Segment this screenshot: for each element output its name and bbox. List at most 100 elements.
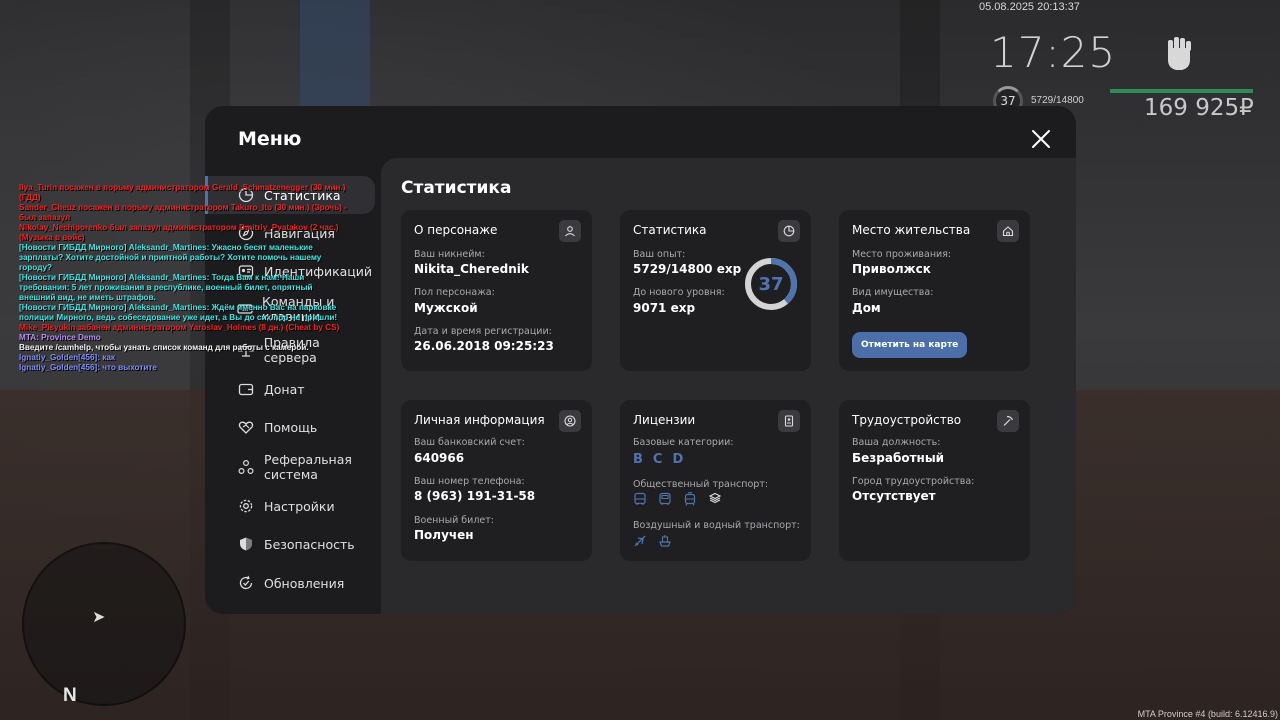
- hud-money: 169 925₽: [1144, 95, 1254, 121]
- air-water-transport-label: Воздушный и водный транспорт:: [633, 520, 800, 531]
- level-progress-ring: 37: [743, 256, 799, 312]
- home-icon: [997, 220, 1019, 242]
- chat-line: MTA: Province Demo: [19, 333, 101, 342]
- chat-line: Ilya_Turin посажен в порьму администрато…: [19, 183, 346, 202]
- job-city-value: Отсутствует: [852, 489, 936, 503]
- sidebar-item-label: Настройки: [264, 498, 335, 514]
- category-d: D: [672, 452, 684, 467]
- sidebar-item-label: Реферальная система: [264, 452, 352, 482]
- sidebar-item-settings[interactable]: Настройки: [205, 487, 375, 525]
- mark-on-map-button[interactable]: Отметить на карте: [852, 332, 968, 358]
- licenses-card: Лицензии Базовые категории: B C D Общест…: [620, 400, 811, 561]
- pickaxe-icon: [997, 410, 1019, 432]
- pie-chart-icon: [778, 220, 800, 242]
- registration-value: 26.06.2018 09:25:23: [414, 339, 554, 353]
- character-card: О персонаже Ваш никнейм: Nikita_Cheredni…: [401, 210, 592, 371]
- sidebar-item-label: Обновления: [264, 575, 345, 591]
- chat-line: [Новости ГИБДД Мирного] Aleksandr_Martin…: [19, 273, 313, 302]
- sidebar-item-updates[interactable]: Обновления: [205, 564, 375, 602]
- chat-log: Ilya_Turin посажен в порьму администрато…: [19, 183, 349, 373]
- player-arrow-icon: ➤: [92, 607, 106, 626]
- phone-label: Ваш номер телефона:: [414, 476, 525, 487]
- place-label: Место проживания:: [852, 249, 952, 260]
- nickname-label: Ваш никнейм:: [414, 249, 485, 260]
- sidebar-item-referral[interactable]: Реферальная система: [205, 448, 375, 486]
- referral-icon: [237, 458, 255, 476]
- public-transport-label: Общественный транспорт:: [633, 479, 769, 490]
- employment-card: Трудоустройство Ваша должность: Безработ…: [839, 400, 1030, 561]
- chat-line: Ignatiy_Golden[456]: что выхотите: [19, 363, 157, 372]
- card-title: Статистика: [633, 223, 707, 237]
- minibus-icon: [659, 492, 671, 505]
- sidebar-item-label: Помощь: [264, 419, 318, 435]
- position-value: Безработный: [852, 451, 945, 465]
- air-water-icons: [633, 534, 672, 548]
- personal-card: Личная информация Ваш банковский счет: 6…: [401, 400, 592, 561]
- license-icon: [778, 410, 800, 432]
- category-b: B: [633, 452, 643, 467]
- hud-clock: 17:25: [990, 28, 1117, 77]
- gear-icon: [237, 497, 255, 515]
- sidebar-item-donate[interactable]: Донат: [205, 370, 375, 408]
- chat-line: Введите /camhelp, чтобы узнать список ко…: [19, 343, 309, 352]
- fist-icon: [1168, 37, 1191, 70]
- stats-card: Статистика Ваш опыт: 5729/14800 exp До н…: [620, 210, 811, 371]
- wallet-icon: [237, 380, 255, 398]
- card-title: Место жительства: [852, 223, 971, 237]
- chat-line: Nikolay_Nechiporenko был запазул админис…: [19, 223, 339, 242]
- next-level-label: До нового уровня:: [633, 287, 725, 298]
- gender-label: Пол персонажа:: [414, 287, 495, 298]
- property-label: Вид имущества:: [852, 287, 934, 298]
- military-value: Получен: [414, 528, 474, 542]
- residence-card: Место жительства Место проживания: Приво…: [839, 210, 1030, 371]
- exp-value: 5729/14800 exp: [633, 262, 742, 276]
- chat-line: [Новости ГИБДД Мирного] Aleksandr_Martin…: [19, 303, 338, 322]
- card-title: Лицензии: [633, 413, 696, 427]
- category-c: C: [652, 452, 663, 467]
- chat-line: [Новости ГИБДД Мирного] Aleksandr_Martin…: [19, 243, 322, 272]
- statistics-content: Статистика О персонаже Ваш никнейм: Niki…: [381, 158, 1076, 614]
- person-circle-icon: [559, 410, 581, 432]
- chat-line: Ignatiy_Golden[456]: как: [19, 353, 116, 362]
- user-icon: [559, 220, 581, 242]
- base-categories-label: Базовые категории:: [633, 437, 734, 448]
- position-label: Ваша должность:: [852, 437, 941, 448]
- job-city-label: Город трудоустройства:: [852, 476, 975, 487]
- menu-title: Меню: [238, 128, 302, 150]
- military-label: Военный билет:: [414, 515, 494, 526]
- property-value: Дом: [852, 301, 881, 315]
- hud-exp: 5729/14800: [1031, 95, 1084, 106]
- sidebar-item-security[interactable]: Безопасность: [205, 525, 375, 563]
- bank-label: Ваш банковский счет:: [414, 437, 525, 448]
- chat-line: Sander_Cheuz посажен в порьму администра…: [19, 203, 347, 222]
- hud-health-bar: [1110, 89, 1253, 93]
- sidebar-item-help[interactable]: Помощь: [205, 408, 375, 446]
- airplane-icon: [634, 535, 646, 547]
- nickname-value: Nikita_Cherednik: [414, 262, 529, 276]
- card-title: Трудоустройство: [852, 413, 962, 427]
- sidebar-item-label: Донат: [264, 381, 305, 397]
- gender-value: Мужской: [414, 301, 478, 315]
- hud-date: 05.08.2025 20:13:37: [979, 1, 1080, 13]
- close-icon[interactable]: [1028, 126, 1054, 152]
- build-info: MTA Province #4 (build: 6.12416.9): [1137, 709, 1278, 719]
- sidebar-item-label: Безопасность: [264, 536, 355, 552]
- bank-value: 640966: [414, 451, 465, 465]
- registration-label: Дата и время регистрации:: [414, 326, 552, 337]
- bus-icon: [634, 492, 646, 505]
- public-transport-icons: [633, 492, 722, 506]
- tram-icon: [684, 492, 696, 506]
- base-categories: B C D: [633, 452, 683, 467]
- place-value: Приволжск: [852, 262, 931, 276]
- card-title: Личная информация: [414, 413, 545, 427]
- level-number: 37: [758, 273, 784, 295]
- card-title: О персонаже: [414, 223, 498, 237]
- phone-value: 8 (963) 191-31-58: [414, 489, 536, 503]
- next-level-value: 9071 exp: [633, 301, 696, 315]
- trolleybus-icon: [708, 492, 722, 504]
- minimap-north: N: [63, 685, 77, 706]
- handshake-icon: [237, 418, 255, 436]
- ship-icon: [659, 535, 671, 547]
- chat-line: Mike_Pisyukin забанен администратором Ya…: [19, 323, 340, 332]
- shield-icon: [237, 535, 255, 553]
